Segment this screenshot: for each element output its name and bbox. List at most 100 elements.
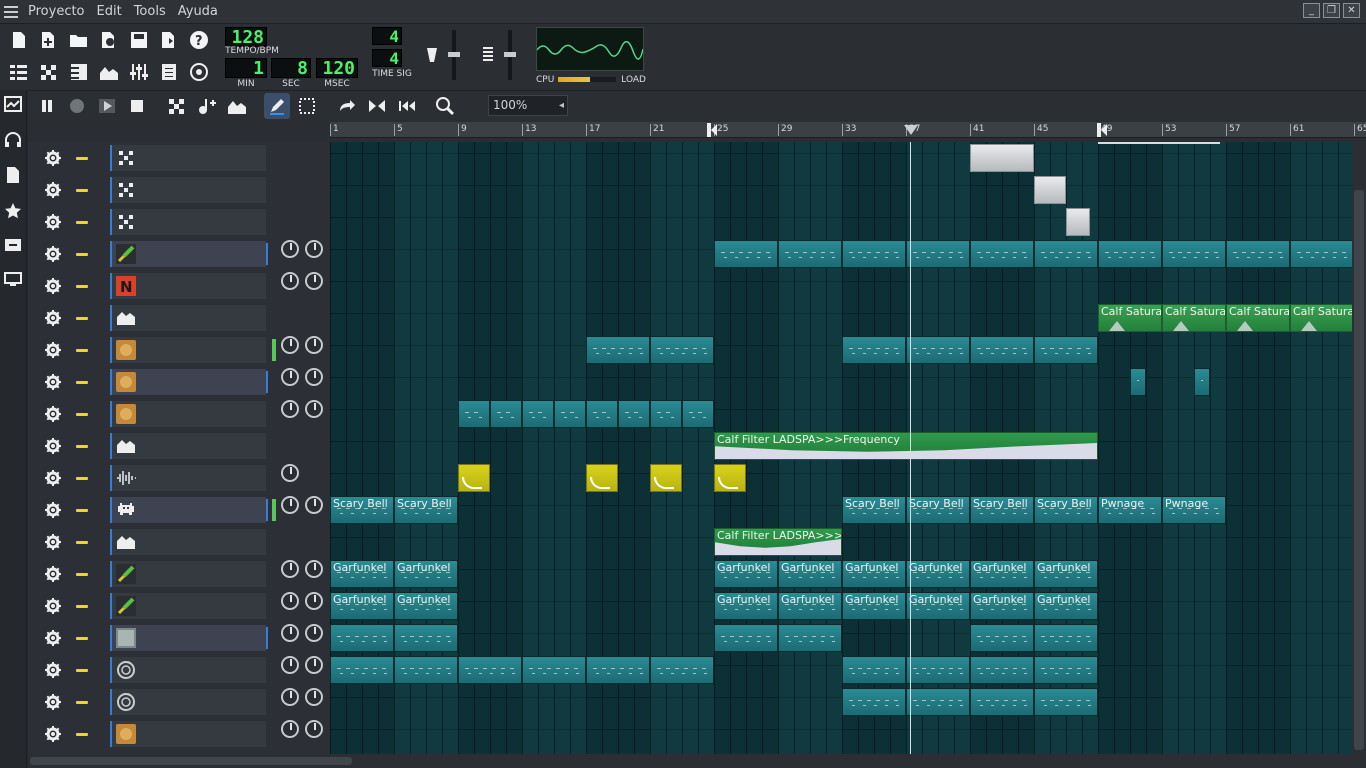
project-files-icon[interactable]	[3, 166, 23, 186]
new-from-template-icon[interactable]	[36, 27, 62, 53]
pattern-clip[interactable]	[1034, 336, 1098, 364]
track-name-button[interactable]	[110, 689, 266, 715]
mute-button[interactable]	[76, 605, 88, 608]
pattern-clip[interactable]	[650, 336, 714, 364]
volume-knob[interactable]	[281, 720, 299, 738]
record-play-icon[interactable]	[94, 93, 120, 119]
pattern-clip[interactable]	[906, 336, 970, 364]
pattern-clip[interactable]	[970, 656, 1034, 684]
pattern-clip[interactable]	[778, 240, 842, 268]
gear-icon[interactable]	[45, 566, 61, 582]
restore-button[interactable]: ❐	[1323, 3, 1340, 18]
pause-icon[interactable]	[34, 93, 60, 119]
volume-knob[interactable]	[281, 688, 299, 706]
pan-knob[interactable]	[305, 656, 323, 674]
gear-icon[interactable]	[45, 150, 61, 166]
sample-clip[interactable]	[650, 464, 682, 492]
volume-knob[interactable]	[281, 496, 299, 514]
volume-knob[interactable]	[281, 368, 299, 386]
pattern-clip[interactable]	[1226, 240, 1290, 268]
pattern-clip[interactable]: Garfunkel	[906, 560, 970, 588]
gear-icon[interactable]	[45, 662, 61, 678]
menu-ayuda[interactable]: Ayuda	[172, 4, 224, 19]
pattern-clip[interactable]	[586, 656, 650, 684]
gear-icon[interactable]	[45, 534, 61, 550]
gear-icon[interactable]	[45, 438, 61, 454]
track-name-button[interactable]	[110, 401, 266, 427]
pattern-clip[interactable]	[522, 656, 586, 684]
pattern-clip[interactable]	[1034, 656, 1098, 684]
pattern-clip[interactable]	[778, 624, 842, 652]
sample-clip[interactable]	[586, 464, 618, 492]
stop-behaviour-icon[interactable]	[394, 93, 420, 119]
pattern-clip[interactable]	[394, 656, 458, 684]
new-project-icon[interactable]	[6, 27, 32, 53]
track-name-button[interactable]	[110, 177, 266, 203]
pattern-clip[interactable]: Garfunkel	[714, 560, 778, 588]
pattern-clip[interactable]: Scary Bell	[842, 496, 906, 524]
pattern-clip[interactable]	[842, 240, 906, 268]
automation-clip[interactable]: Calf Satura	[1098, 304, 1162, 332]
gear-icon[interactable]	[45, 630, 61, 646]
track-name-button[interactable]	[110, 497, 266, 523]
track-name-button[interactable]	[110, 465, 266, 491]
song-editor-icon[interactable]	[6, 59, 32, 85]
pattern-clip[interactable]	[906, 656, 970, 684]
open-project-icon[interactable]	[66, 27, 92, 53]
loop-start-marker-icon[interactable]	[707, 123, 717, 137]
mute-button[interactable]	[76, 317, 88, 320]
gear-icon[interactable]	[45, 214, 61, 230]
gear-icon[interactable]	[45, 342, 61, 358]
pan-knob[interactable]	[305, 688, 323, 706]
pattern-clip[interactable]: Garfunkel	[970, 560, 1034, 588]
automation-clip[interactable]: Calf Satura	[1226, 304, 1290, 332]
pattern-clip[interactable]: Pwnage	[1162, 496, 1226, 524]
volume-knob[interactable]	[281, 624, 299, 642]
pattern-clip[interactable]	[842, 336, 906, 364]
pattern-clip[interactable]	[1034, 624, 1098, 652]
mute-button[interactable]	[76, 349, 88, 352]
pattern-clip[interactable]	[586, 336, 650, 364]
pattern-clip[interactable]: Garfunkel	[970, 592, 1034, 620]
automation-clip[interactable]: Calf Filter LADSPA>>>	[714, 528, 842, 556]
minimize-button[interactable]: _	[1303, 3, 1320, 18]
pattern-clip[interactable]	[970, 688, 1034, 716]
master-volume-slider[interactable]	[448, 30, 460, 80]
pattern-clip[interactable]: Scary Bell	[394, 496, 458, 524]
pan-knob[interactable]	[305, 240, 323, 258]
arrangement-grid[interactable]: Calf Satura Calf Satura Calf Satura Calf Sa…	[330, 142, 1352, 762]
loop-end-marker-icon[interactable]	[1097, 123, 1107, 137]
mute-button[interactable]	[76, 637, 88, 640]
gear-icon[interactable]	[45, 694, 61, 710]
pattern-clip[interactable]: Garfunkel	[714, 592, 778, 620]
pattern-clip[interactable]	[586, 400, 618, 428]
headphones-icon[interactable]	[3, 132, 23, 152]
mute-button[interactable]	[76, 477, 88, 480]
pan-knob[interactable]	[305, 272, 323, 290]
track-name-button[interactable]	[110, 657, 266, 683]
pattern-clip[interactable]: Garfunkel	[394, 560, 458, 588]
track-name-button[interactable]	[110, 529, 266, 555]
pattern-clip[interactable]	[842, 656, 906, 684]
gear-icon[interactable]	[45, 406, 61, 422]
pattern-clip[interactable]: Garfunkel	[394, 592, 458, 620]
track-name-button[interactable]	[110, 433, 266, 459]
oscilloscope[interactable]	[536, 27, 644, 71]
track-name-button[interactable]	[110, 593, 266, 619]
automation-clip[interactable]: Calf Filter LADSPA>>>Frequency	[714, 432, 1098, 460]
mute-button[interactable]	[76, 701, 88, 704]
auto-scroll-icon[interactable]	[334, 93, 360, 119]
mute-button[interactable]	[76, 669, 88, 672]
time-sig-numerator[interactable]: 4	[372, 27, 402, 46]
volume-knob[interactable]	[281, 272, 299, 290]
pan-knob[interactable]	[305, 400, 323, 418]
beat-editor-icon[interactable]	[36, 59, 62, 85]
pan-knob[interactable]	[305, 560, 323, 578]
track-name-button[interactable]: N	[110, 273, 266, 299]
add-sample-track-icon[interactable]	[194, 93, 220, 119]
track-name-button[interactable]	[110, 561, 266, 587]
pan-knob[interactable]	[305, 336, 323, 354]
mute-button[interactable]	[76, 733, 88, 736]
pattern-clip[interactable]: Garfunkel	[778, 592, 842, 620]
record-icon[interactable]	[64, 93, 90, 119]
